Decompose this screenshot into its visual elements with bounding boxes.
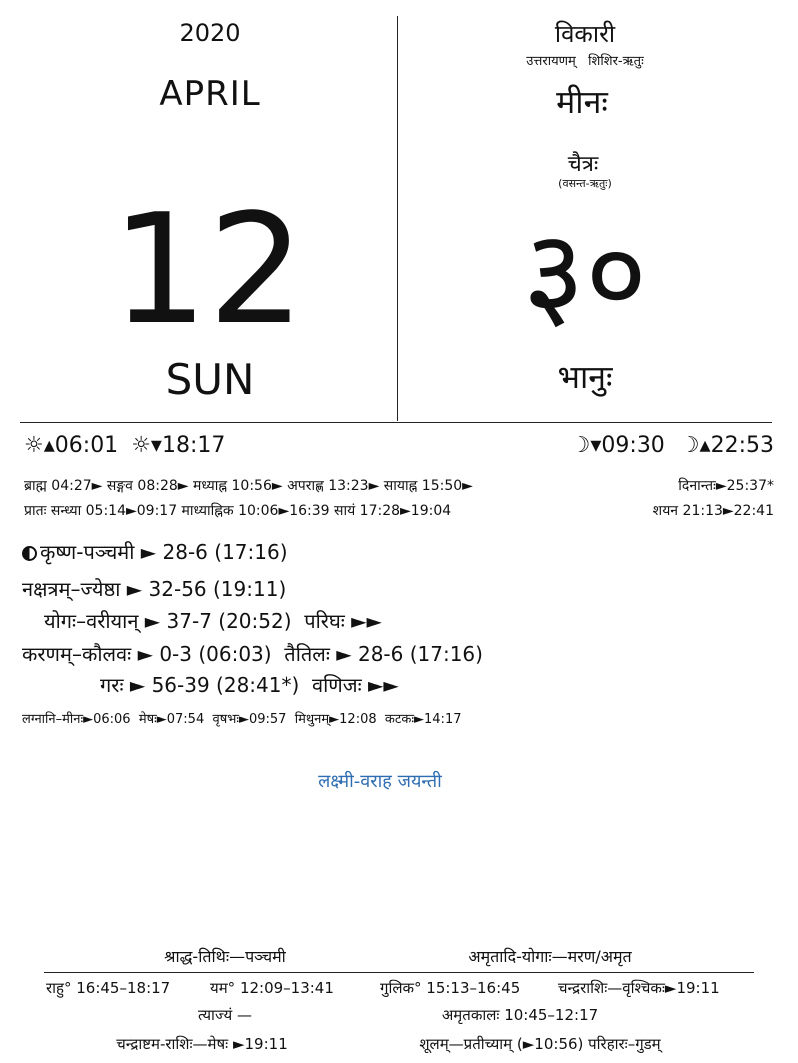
tyajya: त्याज्यं — — [198, 1006, 252, 1024]
sunrise-time: 06:01 — [54, 433, 119, 458]
vertical-divider — [397, 16, 398, 421]
moon-icon: ☽ — [570, 433, 591, 458]
shula-parihara: शूलम्—प्रतीच्याम् (►10:56) परिहारः–गुडम् — [419, 1035, 661, 1053]
moonset-time: 09:30 — [601, 433, 665, 458]
day-number: 12 — [111, 181, 305, 358]
sunset-time: 18:17 — [161, 433, 226, 458]
samvatsara: विकारी — [554, 20, 616, 48]
ayana-ritu: उत्तरायणम् शिशिर-ऋतुः — [526, 54, 644, 69]
yoga: योगः–वरीयान् ► 37-7 (20:52) परिघः ►► — [44, 609, 382, 633]
lunar-ritu: (वसन्त-ऋतुः) — [558, 177, 612, 190]
sun-times: ☼▴06:01 ☼▾18:17 — [24, 433, 226, 458]
periods-line1-right: दिनान्तः►25:37* — [678, 478, 774, 494]
rahu-kala: राहु° 16:45–18:17 — [46, 979, 171, 997]
moon-icon: ☽ — [679, 433, 700, 458]
karana-1: करणम्–कौलवः ► 0-3 (06:03) तैतिलः ► 28-6 … — [22, 642, 483, 666]
month: APRIL — [159, 74, 261, 114]
header-divider — [20, 422, 772, 423]
shraddha-tithi: श्राद्ध-तिथिः—पञ्चमी — [164, 947, 286, 966]
lagna-list: लग्नानि–मीनः►06:06 मेषः►07:54 वृषभः►09:5… — [22, 712, 462, 727]
sun-icon: ☼ — [24, 433, 44, 458]
nakshatra: नक्षत्रम्–ज्येष्ठा ► 32-56 (19:11) — [22, 577, 287, 601]
vasara: भानुः — [557, 358, 613, 396]
moonrise-time: 22:53 — [710, 433, 774, 458]
chandrashtama-rashi: चन्द्राष्टम-राशिः—मेषः ►19:11 — [116, 1035, 288, 1053]
sun-icon: ☼ — [131, 433, 151, 458]
solar-month: मीनः — [556, 83, 608, 121]
periods-line2-right: शयन 21:13►22:41 — [652, 503, 774, 519]
solar-day: ३० — [522, 205, 648, 344]
footer-divider — [44, 972, 754, 973]
lunar-month: चैत्रः — [567, 152, 599, 177]
periods-line1: ब्राह्म 04:27► सङ्गव 08:28► मध्याह्न 10:… — [24, 478, 473, 494]
amrita-kala: अमृतकालः 10:45–12:17 — [441, 1006, 599, 1024]
year: 2020 — [179, 19, 241, 47]
gulika-kala: गुलिक° 15:13–16:45 — [380, 979, 521, 997]
weekday: SUN — [165, 355, 255, 404]
moon-phase-icon — [22, 546, 37, 561]
chandra-rashi: चन्द्रराशिः—वृश्चिकः►19:11 — [558, 979, 720, 997]
moon-times: ☽▾09:30 ☽▴22:53 — [570, 433, 774, 458]
tithi: कृष्ण-पञ्चमी ► 28-6 (17:16) — [22, 538, 288, 565]
karana-2: गरः ► 56-39 (28:41*) वणिजः ►► — [100, 673, 399, 697]
yama-ganda: यम° 12:09–13:41 — [210, 979, 334, 997]
periods-line2: प्रातः सन्ध्या 05:14►09:17 माध्याह्निक 1… — [24, 503, 452, 519]
amritadi-yoga: अमृतादि-योगाः—मरण/अमृत — [468, 947, 632, 966]
festival: लक्ष्मी-वराह जयन्ती — [318, 771, 442, 792]
